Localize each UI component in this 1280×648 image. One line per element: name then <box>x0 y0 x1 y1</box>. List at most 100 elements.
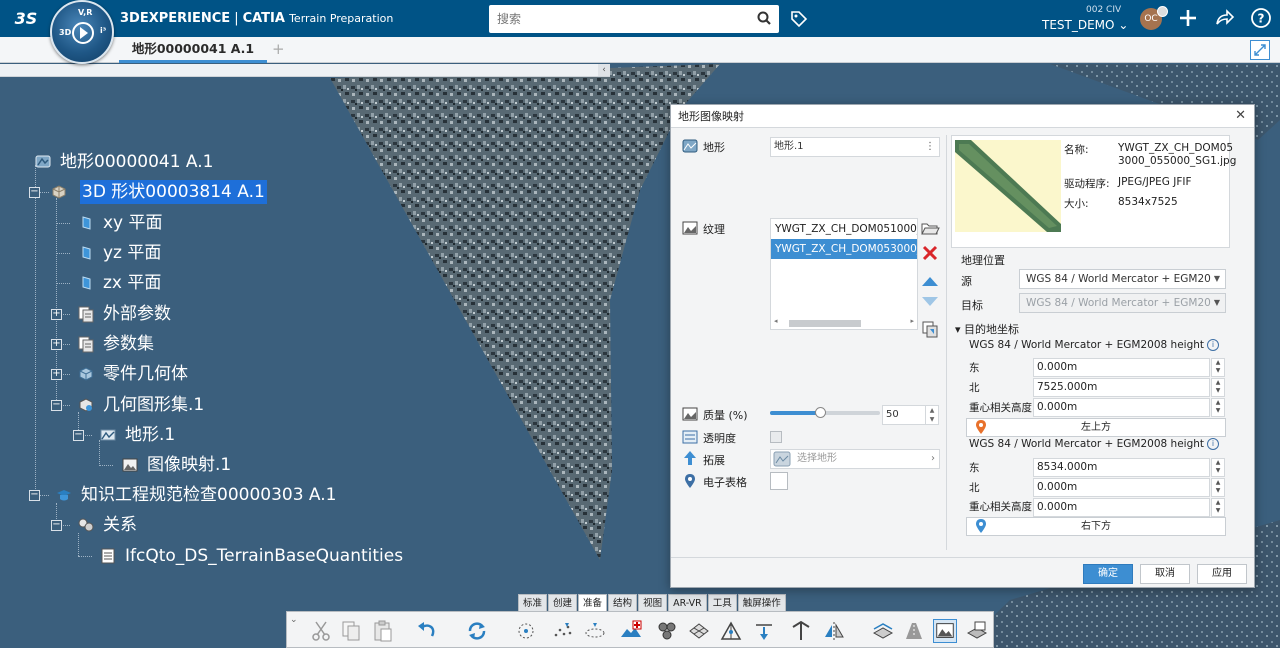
quality-stepper[interactable]: ▲ ▼ <box>925 406 938 424</box>
tree-node-image-mapping[interactable]: 图像映射.1 <box>122 453 231 477</box>
tree-node-knowledge-check[interactable]: 知识工程规范检查00000303 A.1 <box>57 483 336 507</box>
move-up-icon[interactable] <box>920 272 940 292</box>
road-icon[interactable] <box>902 619 926 643</box>
top-left-north-input[interactable]: 7525.000m <box>1033 378 1210 397</box>
bottom-right-height-input[interactable]: 0.000m <box>1033 498 1210 517</box>
add-icon[interactable] <box>1177 7 1199 29</box>
quality-input[interactable]: 50 ▲ ▼ <box>882 405 939 425</box>
tree-expander[interactable]: + <box>51 369 62 380</box>
tree-expander[interactable]: − <box>51 400 62 411</box>
tree-node-xy-plane[interactable]: xy 平面 <box>82 211 163 235</box>
search-icon[interactable] <box>757 11 771 25</box>
bottom-right-east-input[interactable]: 8534.000m <box>1033 458 1210 477</box>
tab-ar-vr[interactable]: AR-VR <box>668 594 707 611</box>
scrollbar-thumb[interactable] <box>789 320 861 327</box>
help-icon[interactable]: ? <box>1250 7 1272 29</box>
fullscreen-button[interactable] <box>1250 40 1270 60</box>
bottom-right-height-stepper[interactable]: ▲ ▼ <box>1211 498 1225 517</box>
chevron-right-icon[interactable]: › <box>931 450 935 468</box>
image-mapping-tool-icon[interactable] <box>933 619 957 643</box>
horizontal-scrollbar[interactable]: ◂ ▸ <box>771 317 917 329</box>
tree-node-geometric-set[interactable]: 几何图形集.1 <box>79 393 204 417</box>
tree-expander[interactable]: − <box>73 430 84 441</box>
bottom-right-north-input[interactable]: 0.000m <box>1033 478 1210 497</box>
tree-node-zx-plane[interactable]: zx 平面 <box>82 271 161 295</box>
apply-button[interactable]: 应用 <box>1197 564 1247 584</box>
move-down-icon[interactable] <box>920 291 940 311</box>
scatter-points-icon[interactable] <box>551 619 575 643</box>
list-item[interactable]: YWGT_ZX_CH_DOM053000_0 <box>771 239 917 259</box>
tree-expander[interactable]: + <box>51 339 62 350</box>
close-icon[interactable]: ✕ <box>1235 108 1246 123</box>
tree-node-terrain[interactable]: 地形.1 <box>100 423 175 447</box>
mesh-icon[interactable] <box>687 619 711 643</box>
quality-slider-handle[interactable] <box>814 407 826 418</box>
point-cloud-icon[interactable] <box>514 619 538 643</box>
user-name[interactable]: TEST_DEMO ⌄ <box>1042 18 1128 32</box>
undo-icon[interactable] <box>415 619 439 643</box>
tree-expander[interactable]: − <box>29 490 40 501</box>
extend-terrain-field[interactable]: 选择地形 › <box>770 449 940 469</box>
bottom-right-pick-button[interactable]: 右下方 <box>966 517 1226 536</box>
tab-tools[interactable]: 工具 <box>707 594 737 611</box>
bottom-right-east-stepper[interactable]: ▲ ▼ <box>1211 458 1225 477</box>
share-icon[interactable] <box>1213 7 1235 29</box>
tree-node-relations[interactable]: 关系 <box>78 513 137 537</box>
top-left-pick-button[interactable]: 左上方 <box>966 418 1226 437</box>
tree-node-root[interactable]: 地形00000041 A.1 <box>35 150 213 174</box>
ok-button[interactable]: 确定 <box>1083 564 1133 584</box>
tree-node-yz-plane[interactable]: yz 平面 <box>82 241 161 265</box>
tag-icon[interactable] <box>789 9 809 29</box>
mirror-icon[interactable] <box>822 619 846 643</box>
terrain-export-icon[interactable] <box>965 619 989 643</box>
terrain-add-icon[interactable] <box>619 619 643 643</box>
play-icon[interactable] <box>72 22 94 44</box>
drape-icon[interactable] <box>871 619 895 643</box>
triangulate-icon[interactable] <box>719 619 743 643</box>
cluster-icon[interactable] <box>655 619 679 643</box>
top-left-north-stepper[interactable]: ▲ ▼ <box>1211 378 1225 397</box>
tree-expander[interactable]: − <box>51 520 62 531</box>
update-icon[interactable] <box>465 619 489 643</box>
top-left-height-stepper[interactable]: ▲ ▼ <box>1211 398 1225 417</box>
top-left-height-input[interactable]: 0.000m <box>1033 398 1210 417</box>
project-down-icon[interactable] <box>752 619 776 643</box>
scroll-left-icon[interactable]: ◂ <box>774 317 778 325</box>
source-crs-dropdown[interactable]: WGS 84 / World Mercator + EGM20 ▼ <box>1019 269 1226 289</box>
tree-node-ifc-quantities[interactable]: IfcQto_DS_TerrainBaseQuantities <box>101 544 403 568</box>
tab-prepare[interactable]: 准备 <box>578 594 608 611</box>
tab-standard[interactable]: 标准 <box>518 594 548 611</box>
info-icon[interactable]: i <box>1207 339 1220 351</box>
tab-create[interactable]: 创建 <box>548 594 578 611</box>
more-options-icon[interactable]: ⋮ <box>925 138 935 156</box>
open-folder-icon[interactable] <box>920 218 940 238</box>
transparency-checkbox[interactable] <box>770 431 782 443</box>
tree-expander[interactable]: + <box>51 309 62 320</box>
tab-view[interactable]: 视图 <box>638 594 668 611</box>
surface-points-icon[interactable] <box>583 619 607 643</box>
tree-node-parameter-set[interactable]: 参数集 <box>78 332 154 356</box>
tab-structure[interactable]: 结构 <box>608 594 638 611</box>
tree-expander[interactable]: − <box>29 187 40 198</box>
top-left-east-stepper[interactable]: ▲ ▼ <box>1211 358 1225 377</box>
paste-icon[interactable] <box>371 619 395 643</box>
texture-list[interactable]: YWGT_ZX_CH_DOM051000_0 YWGT_ZX_CH_DOM053… <box>770 218 918 330</box>
compass-widget[interactable]: V,R 3D i³ <box>50 0 114 64</box>
collapse-action-bar-icon[interactable]: ⌄ <box>290 615 298 625</box>
bottom-right-north-stepper[interactable]: ▲ ▼ <box>1211 478 1225 497</box>
copy-icon[interactable] <box>339 619 363 643</box>
info-icon[interactable]: i <box>1207 438 1220 450</box>
tree-node-part-body[interactable]: 零件几何体 <box>79 362 188 386</box>
target-crs-dropdown[interactable]: WGS 84 / World Mercator + EGM20 ▼ <box>1019 293 1226 313</box>
list-item[interactable]: YWGT_ZX_CH_DOM051000_0 <box>771 219 917 239</box>
quality-slider[interactable] <box>770 407 880 418</box>
copy-texture-icon[interactable] <box>920 319 940 339</box>
tab-touch[interactable]: 触屏操作 <box>737 594 786 611</box>
scroll-right-icon[interactable]: ▸ <box>910 317 914 325</box>
tool-icon[interactable] <box>789 619 813 643</box>
top-left-east-input[interactable]: 0.000m <box>1033 358 1210 377</box>
spreadsheet-selector[interactable] <box>770 472 788 490</box>
destination-coords-section[interactable]: ▾ 目的地坐标 <box>955 321 1019 337</box>
collab-space-label[interactable]: 002 CIV <box>1086 5 1121 15</box>
cut-icon[interactable] <box>309 619 333 643</box>
